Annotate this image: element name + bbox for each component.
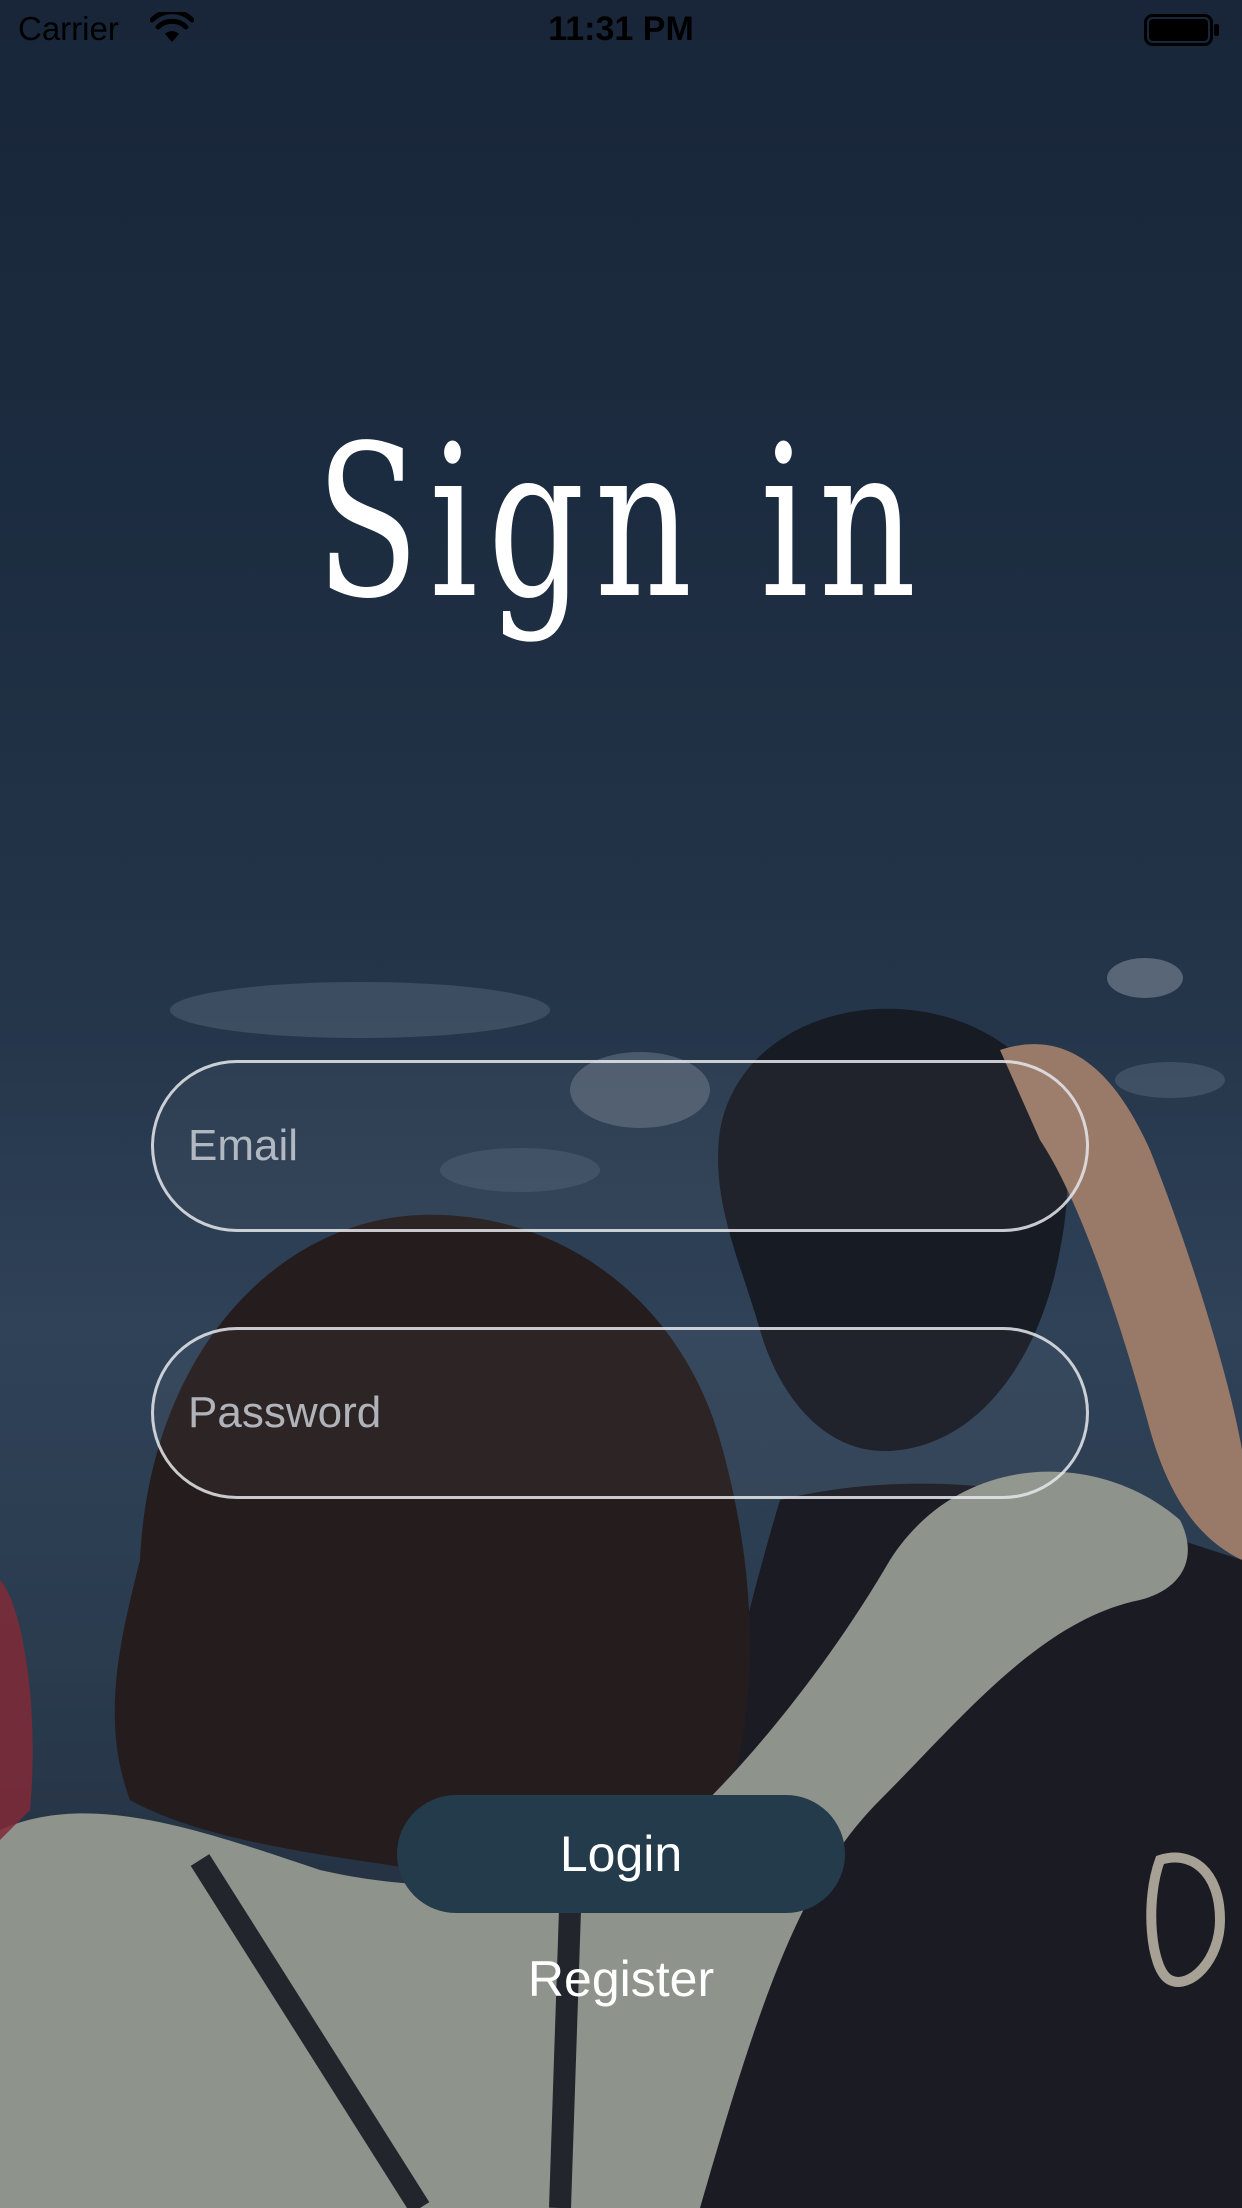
status-bar: Carrier 11:31 PM: [0, 0, 1242, 60]
login-button[interactable]: Login: [397, 1795, 845, 1913]
battery-icon: [1144, 14, 1220, 51]
sign-in-screen: Carrier 11:31 PM Sign in Login Register: [0, 0, 1242, 2208]
email-field-container[interactable]: [151, 1060, 1089, 1232]
email-input[interactable]: [154, 1063, 1086, 1229]
page-title: Sign in: [315, 400, 927, 645]
status-time: 11:31 PM: [548, 10, 694, 48]
password-input[interactable]: [154, 1330, 1086, 1496]
register-button[interactable]: Register: [0, 1950, 1242, 2008]
password-field-container[interactable]: [151, 1327, 1089, 1499]
